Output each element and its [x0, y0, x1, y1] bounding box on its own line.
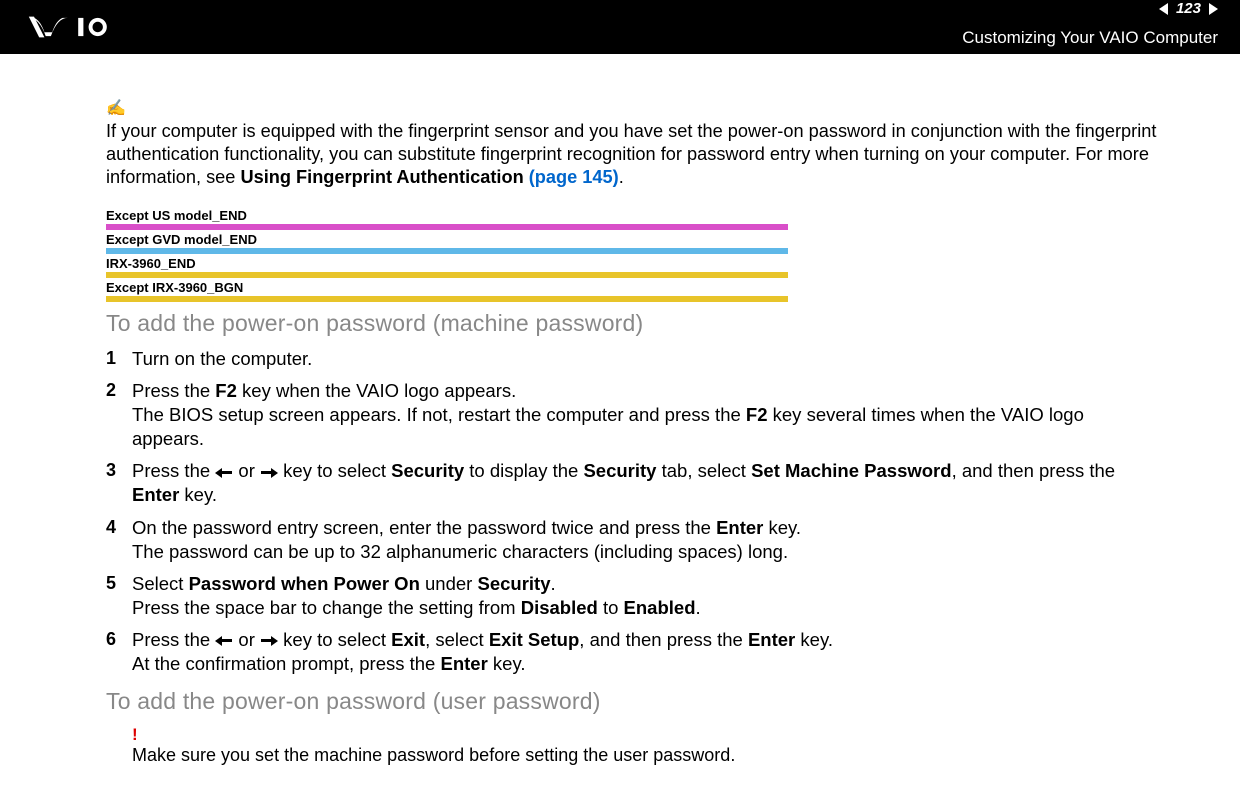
note-page-link[interactable]: (page 145) [529, 167, 619, 187]
tag-label: IRX-3960_END [106, 254, 788, 272]
page-number: 123 [1172, 0, 1205, 17]
step-6: Press the or key to select Exit, select … [106, 628, 1160, 676]
note-paragraph: If your computer is equipped with the fi… [106, 120, 1160, 188]
steps-list: Turn on the computer. Press the F2 key w… [106, 347, 1160, 676]
note-icon: ✍ [106, 98, 1160, 118]
step-2: Press the F2 key when the VAIO logo appe… [106, 379, 1160, 451]
page-content: ✍ If your computer is equipped with the … [0, 54, 1240, 766]
section-heading-machine-password: To add the power-on password (machine pa… [106, 310, 1160, 337]
tag-label: Except US model_END [106, 206, 788, 224]
vaio-logo [25, 14, 160, 40]
section-heading-user-password: To add the power-on password (user passw… [106, 688, 1160, 715]
step-4: On the password entry screen, enter the … [106, 516, 1160, 564]
right-arrow-key-icon [260, 636, 278, 646]
next-page-icon[interactable] [1209, 3, 1218, 15]
page-header: 123 Customizing Your VAIO Computer [0, 0, 1240, 54]
note-tail: . [619, 167, 624, 187]
tag-label: Except IRX-3960_BGN [106, 278, 788, 296]
tag-bar-yellow [106, 296, 788, 302]
right-arrow-key-icon [260, 468, 278, 478]
warning-text: Make sure you set the machine password b… [132, 745, 1160, 766]
step-3: Press the or key to select Security to d… [106, 459, 1160, 507]
warning-icon: ! [132, 725, 1160, 745]
page-nav: 123 [1159, 0, 1218, 17]
tag-label: Except GVD model_END [106, 230, 788, 248]
step-1: Turn on the computer. [106, 347, 1160, 371]
model-tags: Except US model_END Except GVD model_END… [106, 206, 1160, 302]
left-arrow-key-icon [215, 636, 233, 646]
step-5: Select Password when Power On under Secu… [106, 572, 1160, 620]
left-arrow-key-icon [215, 468, 233, 478]
note-bold-ref: Using Fingerprint Authentication [240, 167, 528, 187]
header-section-title: Customizing Your VAIO Computer [962, 28, 1218, 48]
prev-page-icon[interactable] [1159, 3, 1168, 15]
